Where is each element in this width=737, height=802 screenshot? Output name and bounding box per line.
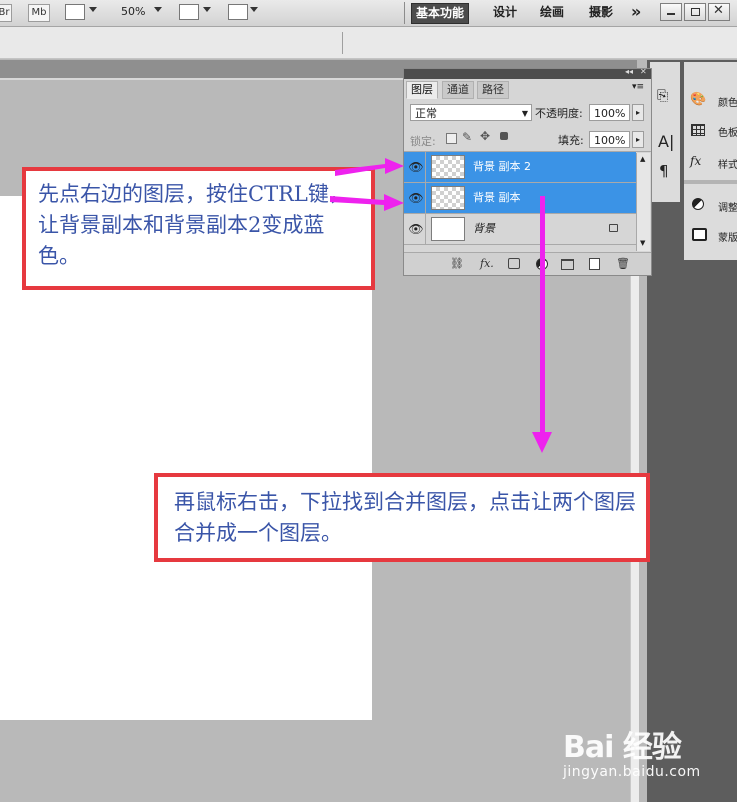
- baidu-watermark: Bai 经验 jingyan.baidu.com: [563, 722, 733, 788]
- baidu-logo: Bai 经验: [563, 730, 682, 765]
- watermark-url: jingyan.baidu.com: [563, 764, 701, 780]
- arrow-to-layer-copy: [330, 194, 404, 211]
- arrow-to-layer-copy-2: [335, 158, 404, 176]
- arrow-down-to-note: [532, 196, 552, 453]
- annotation-arrows: [330, 158, 552, 453]
